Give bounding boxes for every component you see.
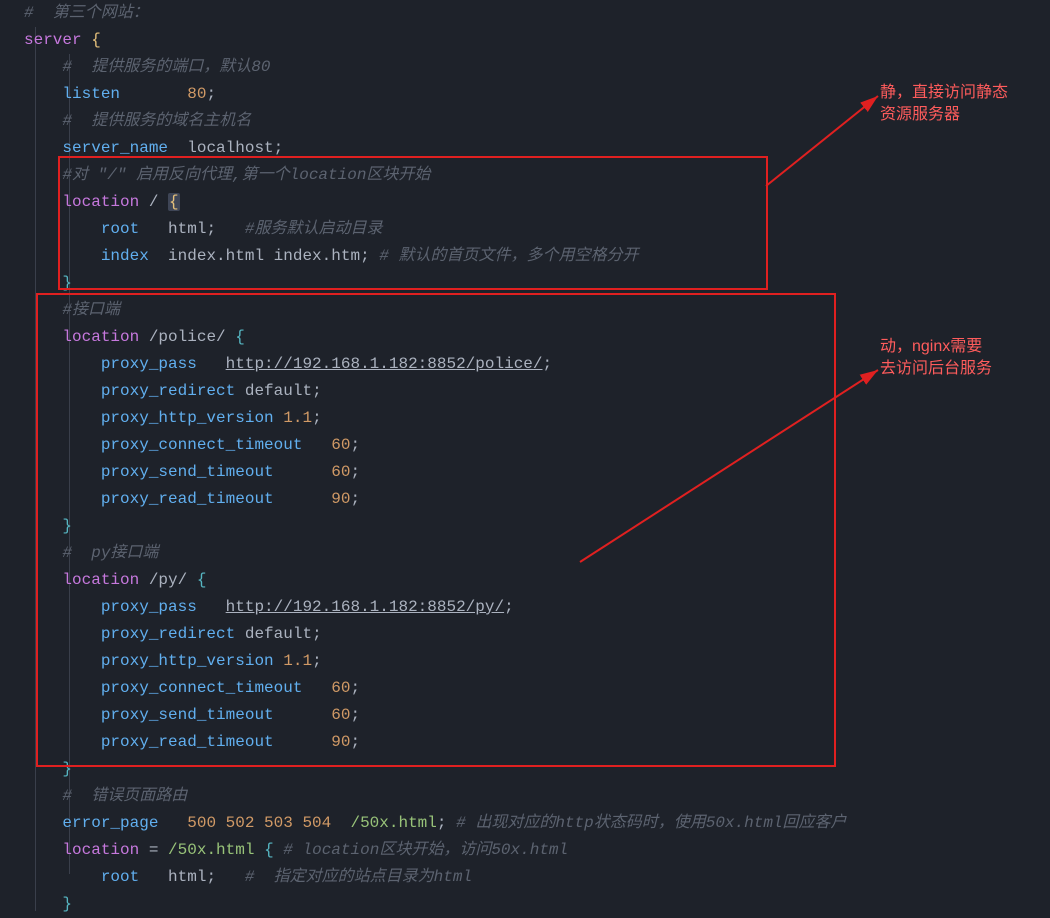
proxy-redirect-val: default xyxy=(245,625,312,643)
loc4-eq: = xyxy=(149,841,159,859)
comment: # location区块开始，访问50x.html xyxy=(283,841,568,859)
annot-static-line1: 静，直接访问静态 xyxy=(880,84,1008,101)
annot-dynamic: 动，nginx需要 去访问后台服务 xyxy=(880,336,992,380)
read-timeout-val: 90 xyxy=(331,733,350,751)
dir-proxy-http-version: proxy_http_version xyxy=(101,409,274,427)
loc1-path: / xyxy=(149,193,159,211)
dir-root: root xyxy=(101,220,139,238)
dir-server-name: server_name xyxy=(62,139,168,157)
loc4-path: /50x.html xyxy=(168,841,254,859)
read-timeout-val: 90 xyxy=(331,490,350,508)
annot-dynamic-line2: 去访问后台服务 xyxy=(880,360,992,377)
kw-location: location xyxy=(62,328,139,346)
proxy-http-version-val: 1.1 xyxy=(283,652,312,670)
dir-error-page: error_page xyxy=(62,814,158,832)
comment: # 提供服务的域名主机名 xyxy=(62,112,251,130)
send-timeout-val: 60 xyxy=(331,706,350,724)
index-val: index.html index.htm xyxy=(168,247,360,265)
comment: # 指定对应的站点目录为html xyxy=(245,868,472,886)
kw-location: location xyxy=(62,841,139,859)
dir-proxy-pass: proxy_pass xyxy=(101,355,197,373)
dir-proxy-send-timeout: proxy_send_timeout xyxy=(101,463,274,481)
dir-proxy-send-timeout: proxy_send_timeout xyxy=(101,706,274,724)
dir-proxy-http-version: proxy_http_version xyxy=(101,652,274,670)
dir-root: root xyxy=(101,868,139,886)
send-timeout-val: 60 xyxy=(331,463,350,481)
error-codes: 500 502 503 504 xyxy=(187,814,331,832)
comment: # 出现对应的http状态码时，使用50x.html回应客户 xyxy=(456,814,846,832)
loc3-path: /py/ xyxy=(149,571,187,589)
annot-static-line2: 资源服务器 xyxy=(880,106,960,123)
proxy-redirect-val: default xyxy=(245,382,312,400)
connect-timeout-val: 60 xyxy=(331,436,350,454)
dir-proxy-connect-timeout: proxy_connect_timeout xyxy=(101,679,303,697)
listen-port: 80 xyxy=(187,85,206,103)
py-url[interactable]: http://192.168.1.182:8852/py/ xyxy=(226,598,504,616)
dir-proxy-redirect: proxy_redirect xyxy=(101,625,235,643)
kw-server: server xyxy=(24,31,82,49)
comment: # 错误页面路由 xyxy=(62,787,187,805)
cursor-selection: { xyxy=(168,193,180,211)
kw-location: location xyxy=(62,193,139,211)
kw-location: location xyxy=(62,571,139,589)
root-val: html xyxy=(168,220,206,238)
comment: # 默认的首页文件，多个用空格分开 xyxy=(379,247,638,265)
dir-proxy-read-timeout: proxy_read_timeout xyxy=(101,733,274,751)
dir-proxy-connect-timeout: proxy_connect_timeout xyxy=(101,436,303,454)
dir-proxy-redirect: proxy_redirect xyxy=(101,382,235,400)
comment: #接口端 xyxy=(62,301,120,319)
comment: #服务默认启动目录 xyxy=(245,220,383,238)
police-url[interactable]: http://192.168.1.182:8852/police/ xyxy=(226,355,543,373)
dir-listen: listen xyxy=(62,85,120,103)
annot-dynamic-line1: 动，nginx需要 xyxy=(880,338,982,355)
server-name-val: localhost xyxy=(187,139,273,157)
dir-index: index xyxy=(101,247,149,265)
proxy-http-version-val: 1.1 xyxy=(283,409,312,427)
connect-timeout-val: 60 xyxy=(331,679,350,697)
error-page-file: /50x.html xyxy=(350,814,436,832)
comment: # py接口端 xyxy=(62,544,158,562)
code-block[interactable]: # 第三个网站： server { # 提供服务的端口，默认80 listen … xyxy=(24,0,847,918)
annot-static: 静，直接访问静态 资源服务器 xyxy=(880,82,1008,126)
loc2-path: /police/ xyxy=(149,328,226,346)
comment: # 第三个网站： xyxy=(24,4,149,22)
dir-proxy-read-timeout: proxy_read_timeout xyxy=(101,490,274,508)
dir-proxy-pass: proxy_pass xyxy=(101,598,197,616)
root-val: html xyxy=(168,868,206,886)
comment: #对 "/" 启用反向代理,第一个location区块开始 xyxy=(62,166,430,184)
comment: # 提供服务的端口，默认80 xyxy=(62,58,270,76)
